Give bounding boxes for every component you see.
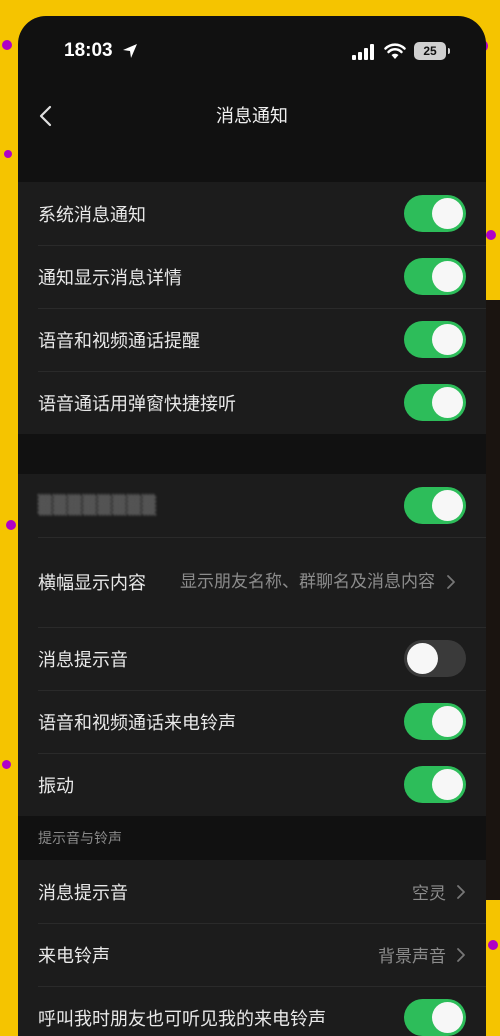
sound-settings-group: 消息提示音 空灵 来电铃声 背景声音 呼叫我时朋友也可听见我的来电铃声 [18,860,486,1036]
call-reminder-toggle[interactable] [404,321,466,358]
system-notification-toggle[interactable] [404,195,466,232]
call-ringtone-row[interactable]: 语音和视频通话来电铃声 [18,690,486,753]
row-label: 消息提示音 [38,882,128,904]
location-arrow-icon [123,44,137,58]
ringtone-row[interactable]: 来电铃声 背景声音 [18,923,486,986]
toggle-knob [432,1002,463,1033]
background-dot [486,230,496,240]
row-label: 通知显示消息详情 [38,267,182,289]
status-bar: 18:03 25 [18,16,486,88]
call-ringtone-toggle[interactable] [404,703,466,740]
toggle-knob [432,198,463,229]
show-details-row[interactable]: 通知显示消息详情 [18,245,486,308]
section-header: 提示音与铃声 [18,816,486,860]
row-value: 空灵 [412,884,446,904]
wifi-icon [384,43,406,59]
chevron-right-icon [457,884,465,899]
friends-hear-ringtone-row[interactable]: 呼叫我时朋友也可听见我的来电铃声 [18,986,486,1036]
background-dot [2,40,12,50]
message-sound-row[interactable]: 消息提示音 [18,627,486,690]
background-dot [2,760,11,769]
background-dot [6,520,16,530]
row-label: 语音和视频通话提醒 [38,330,200,352]
phone-screen: 18:03 25 消息通知 系统消息通知 通知显示消息详情 语音和视频通话提醒 … [18,16,486,1036]
system-notification-row[interactable]: 系统消息通知 [18,182,486,245]
toggle-knob [432,490,463,521]
notification-settings-group: 系统消息通知 通知显示消息详情 语音和视频通话提醒 语音通话用弹窗快捷接听 [18,182,486,434]
row-label: 消息提示音 [38,649,128,671]
alert-settings-group: ▒▒▒▒▒▒▒▒ 横幅显示内容 显示朋友名称、群聊名及消息内容 消息提示音 语音… [18,474,486,816]
section-gap [18,434,486,474]
toggle-knob [432,324,463,355]
row-label: 来电铃声 [38,945,110,967]
row-value: 显示朋友名称、群聊名及消息内容 [180,572,435,592]
row-label: 呼叫我时朋友也可听见我的来电铃声 [38,1008,326,1030]
row-value: 背景声音 [378,947,446,967]
page-title: 消息通知 [216,106,288,127]
section-gap [18,152,486,182]
friends-hear-ringtone-toggle[interactable] [404,999,466,1036]
toggle-knob [432,769,463,800]
toggle-knob [407,643,438,674]
navigation-bar: 消息通知 [18,88,486,152]
message-tone-row[interactable]: 消息提示音 空灵 [18,860,486,923]
toggle-knob [432,387,463,418]
row-label: 语音通话用弹窗快捷接听 [38,393,236,415]
blurred-row-label: ▒▒▒▒▒▒▒▒ [38,495,157,516]
row-label: 系统消息通知 [38,204,146,226]
toggle-knob [432,706,463,737]
row-label: 横幅显示内容 [38,573,146,594]
status-time: 18:03 [64,40,113,61]
cellular-signal-icon [352,44,374,60]
toggle-knob [432,261,463,292]
row-label: 语音和视频通话来电铃声 [38,712,236,734]
blurred-setting-toggle[interactable] [404,487,466,524]
vibration-row[interactable]: 振动 [18,753,486,816]
popup-answer-row[interactable]: 语音通话用弹窗快捷接听 [18,371,486,434]
call-reminder-row[interactable]: 语音和视频通话提醒 [18,308,486,371]
background-dot [4,150,12,158]
background-dot [488,940,498,950]
show-details-toggle[interactable] [404,258,466,295]
message-sound-toggle[interactable] [404,640,466,677]
chevron-right-icon [457,947,465,962]
popup-answer-toggle[interactable] [404,384,466,421]
chevron-right-icon [447,575,455,589]
banner-content-row[interactable]: 横幅显示内容 显示朋友名称、群聊名及消息内容 [18,537,486,627]
blurred-setting-row[interactable]: ▒▒▒▒▒▒▒▒ [18,474,486,537]
row-label: 振动 [38,775,74,797]
vibration-toggle[interactable] [404,766,466,803]
battery-indicator: 25 [414,42,450,60]
